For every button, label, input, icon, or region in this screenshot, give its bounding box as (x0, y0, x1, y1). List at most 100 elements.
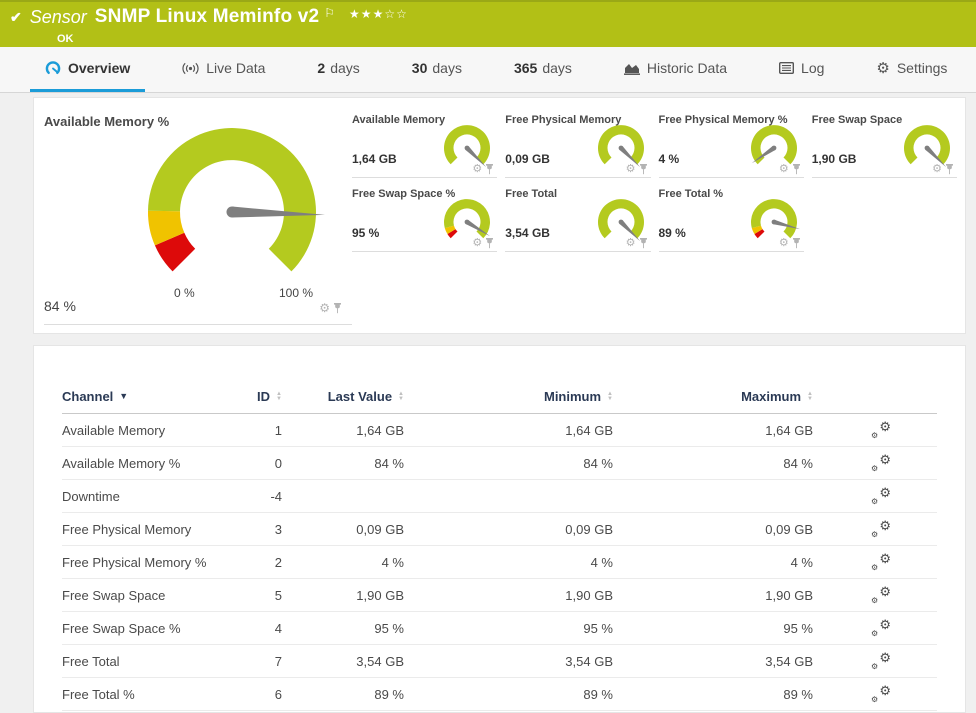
gauge-title: Free Total (505, 188, 558, 200)
cell-maximum: 89 % (783, 686, 813, 702)
cell-minimum: 84 % (583, 455, 613, 471)
gear-icon[interactable]: ⚙ (319, 302, 330, 314)
channel-tile-free-total[interactable]: Free Total 3,54 GB ⚙ (505, 186, 651, 252)
tab-prefix: 365 (513, 60, 538, 76)
cell-channel[interactable]: Downtime (62, 489, 247, 504)
pin-icon[interactable] (333, 302, 342, 314)
cell-channel[interactable]: Available Memory (62, 423, 247, 438)
gear-icon[interactable]: ⚙ (472, 164, 482, 175)
cell-last-value: 89 % (374, 686, 404, 702)
gauge-value: 84 % (44, 298, 76, 314)
status-badge: OK (57, 33, 74, 45)
tab-overview[interactable]: Overview (30, 47, 146, 92)
cell-minimum: 1,64 GB (565, 422, 613, 438)
stars-empty: ☆☆ (384, 7, 408, 21)
channel-gear-icon[interactable]: ⚙ ⚙ (871, 486, 891, 506)
channel-tile-available-memory-pct[interactable]: Available Memory % 0 % 100 % 84 % ⚙ (34, 98, 352, 333)
cell-channel[interactable]: Free Physical Memory % (62, 555, 247, 570)
channel-gear-icon[interactable]: ⚙ ⚙ (871, 651, 891, 671)
tab-historic-data[interactable]: Historic Data (609, 47, 742, 92)
channel-tile-available-memory[interactable]: Available Memory 1,64 GB ⚙ (352, 112, 498, 178)
tab-label: Historic Data (646, 60, 728, 76)
cell-maximum: 95 % (783, 620, 813, 636)
prtg-sensor-page: ✔ Sensor SNMP Linux Meminfo v2 ⚐ ★★★☆☆ O… (0, 0, 976, 713)
gauge-title: Free Total % (658, 188, 724, 200)
cell-maximum: 3,54 GB (765, 653, 813, 669)
channel-tile-free-swap-space[interactable]: Free Swap Space 1,90 GB ⚙ (811, 112, 957, 178)
channel-gear-icon[interactable]: ⚙ ⚙ (871, 552, 891, 572)
channel-gear-icon[interactable]: ⚙ ⚙ (871, 519, 891, 539)
gear-icon[interactable]: ⚙ (626, 164, 636, 175)
cell-maximum: 4 % (790, 554, 813, 570)
cell-channel[interactable]: Free Physical Memory (62, 522, 247, 537)
gauges-panel: Available Memory % 0 % 100 % 84 % ⚙ Avai… (33, 97, 966, 334)
cell-minimum: 1,90 GB (565, 587, 613, 603)
cell-minimum: 89 % (583, 686, 613, 702)
stars-filled: ★★★ (349, 7, 385, 21)
tab-365-days[interactable]: 365 days (499, 47, 587, 92)
column-header-maximum[interactable]: Maximum ▲ ▼ (613, 389, 813, 404)
channel-gear-icon[interactable]: ⚙ ⚙ (871, 453, 891, 473)
pin-icon[interactable] (639, 164, 648, 175)
column-label: ID (257, 389, 271, 404)
divider (44, 324, 352, 325)
cell-channel[interactable]: Available Memory % (62, 456, 247, 471)
small-gauges-grid: Available Memory 1,64 GB ⚙ Free Physical Me… (352, 98, 965, 333)
cell-channel[interactable]: Free Total % (62, 687, 247, 702)
tab-prefix: 30 (411, 60, 428, 76)
pin-icon[interactable] (639, 238, 648, 249)
cell-last-value: 4 % (381, 554, 404, 570)
gauge-title: Free Swap Space (811, 114, 903, 126)
pin-icon[interactable] (485, 238, 494, 249)
gauge-max-label: 100 % (279, 286, 314, 300)
tab-log[interactable]: Log (764, 47, 839, 92)
gear-icon: ⚙ (876, 59, 890, 77)
broadcast-icon (182, 62, 199, 75)
tab-settings[interactable]: ⚙ Settings (861, 47, 962, 92)
cell-id: 4 (274, 620, 282, 636)
tab-30-days[interactable]: 30 days (397, 47, 477, 92)
channel-gear-icon[interactable]: ⚙ ⚙ (871, 420, 891, 440)
cell-minimum: 0,09 GB (565, 521, 613, 537)
gear-icon[interactable]: ⚙ (779, 164, 789, 175)
column-label: Maximum (741, 389, 802, 404)
channel-gear-icon[interactable]: ⚙ ⚙ (871, 585, 891, 605)
cell-channel[interactable]: Free Total (62, 654, 247, 669)
gauge-title: Available Memory (352, 114, 446, 126)
channel-tile-free-physical-memory[interactable]: Free Physical Memory 0,09 GB ⚙ (505, 112, 651, 178)
tab-label: Live Data (206, 60, 266, 76)
gauge-value: 4 % (658, 152, 680, 166)
cell-last-value: 0,09 GB (356, 521, 404, 537)
channel-tile-free-swap-space[interactable]: Free Swap Space % 95 % ⚙ (352, 186, 498, 252)
gear-icon[interactable]: ⚙ (626, 238, 636, 249)
sort-desc-icon: ▼ (119, 391, 129, 401)
tab-2-days[interactable]: 2 days (302, 47, 374, 92)
pin-icon[interactable] (792, 238, 801, 249)
gear-icon[interactable]: ⚙ (932, 164, 942, 175)
pin-icon[interactable] (792, 164, 801, 175)
channel-row-downtime: Downtime -4 ⚙ ⚙ (62, 480, 937, 513)
channel-row-available-memory: Available Memory 1 1,64 GB 1,64 GB 1,64 GB ⚙ ⚙ (62, 414, 937, 447)
cell-last-value: 1,90 GB (356, 587, 404, 603)
priority-flag-icon[interactable]: ⚐ (324, 6, 335, 20)
rating-stars[interactable]: ★★★☆☆ (349, 7, 408, 21)
tab-label: Log (801, 60, 825, 76)
channel-gear-icon[interactable]: ⚙ ⚙ (871, 618, 891, 638)
channel-tile-free-physical-memory[interactable]: Free Physical Memory % 4 % ⚙ (658, 112, 804, 178)
pin-icon[interactable] (485, 164, 494, 175)
cell-last-value: 95 % (374, 620, 404, 636)
gear-icon[interactable]: ⚙ (472, 238, 482, 249)
channel-gear-icon[interactable]: ⚙ ⚙ (871, 684, 891, 704)
column-header-id[interactable]: ID ▲ ▼ (247, 389, 282, 404)
pin-icon[interactable] (945, 164, 954, 175)
column-header-channel[interactable]: Channel ▼ (62, 389, 247, 404)
cell-channel[interactable]: Free Swap Space (62, 588, 247, 603)
column-header-minimum[interactable]: Minimum ▲ ▼ (404, 389, 613, 404)
channel-tile-free-total[interactable]: Free Total % 89 % ⚙ (658, 186, 804, 252)
sensor-header: ✔ Sensor SNMP Linux Meminfo v2 ⚐ ★★★☆☆ O… (0, 0, 976, 47)
gear-icon[interactable]: ⚙ (779, 238, 789, 249)
cell-channel[interactable]: Free Swap Space % (62, 621, 247, 636)
tab-bar: Overview Live Data 2 days 30 days 365 days Histo… (0, 47, 976, 93)
tab-live-data[interactable]: Live Data (167, 47, 280, 92)
column-header-last-value[interactable]: Last Value ▲ ▼ (282, 389, 404, 404)
